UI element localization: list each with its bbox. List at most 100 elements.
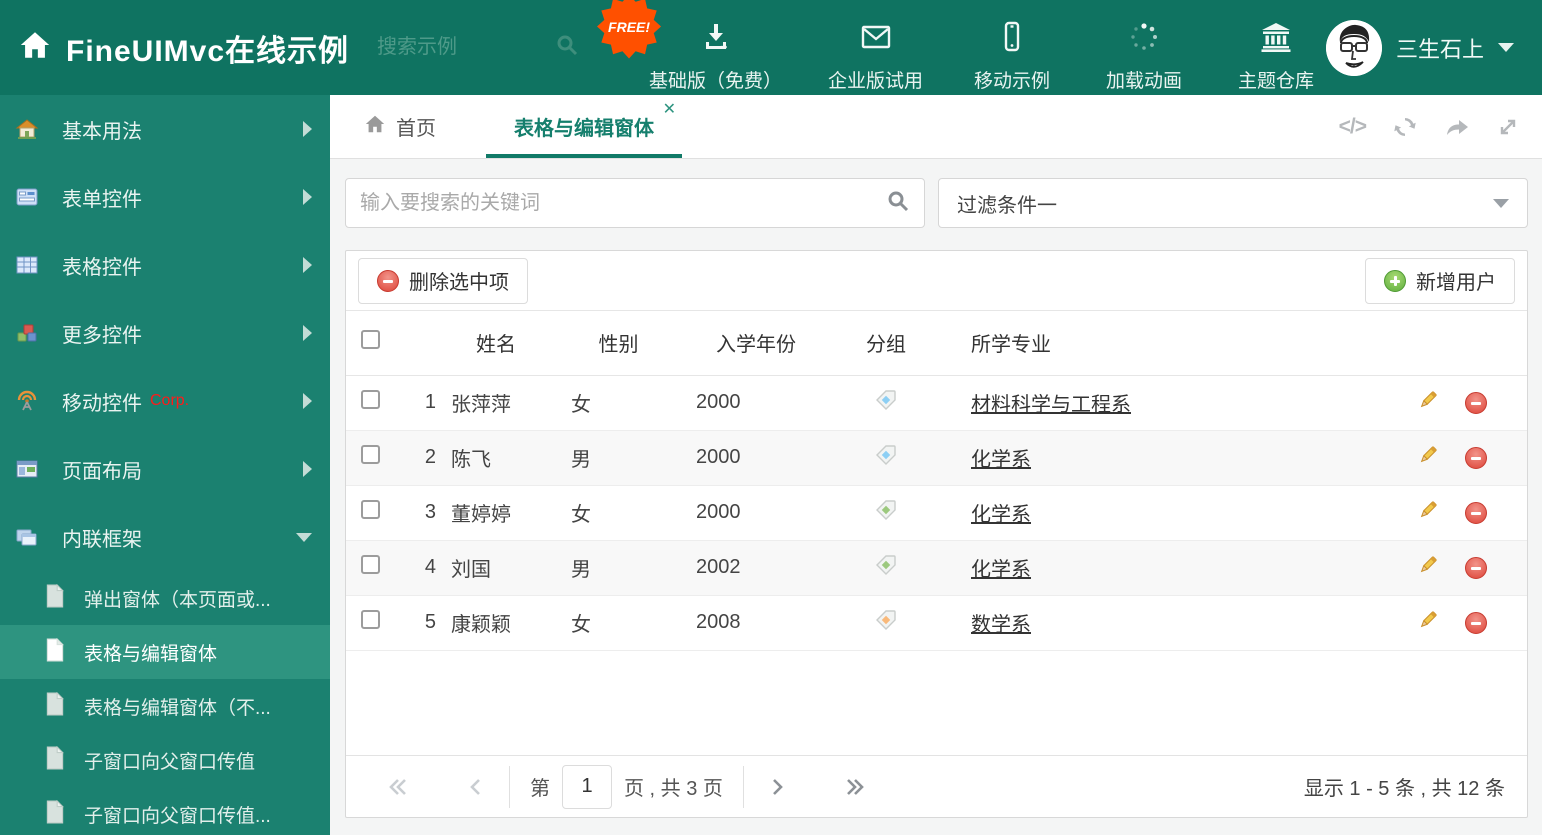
add-user-button[interactable]: 新增用户 xyxy=(1365,257,1515,304)
grid-panel: 删除选中项 新增用户 姓名 性别 入学年份 分组 所学专业 1 张萍萍 女 20… xyxy=(345,250,1528,818)
row-checkbox[interactable] xyxy=(361,555,380,574)
top-header: FineUIMvc在线示例 FREE! 基础版（免费） 企业版试用 xyxy=(0,0,1542,95)
edit-pencil-icon[interactable] xyxy=(1417,499,1439,527)
user-menu[interactable]: 三生石上 xyxy=(1325,19,1514,76)
edit-pencil-icon[interactable] xyxy=(1417,444,1439,472)
major-link[interactable]: 材料科学与工程系 xyxy=(971,394,1131,416)
cell-name: 陈飞 xyxy=(436,430,556,486)
free-badge: FREE! xyxy=(597,0,662,59)
table-row[interactable]: 5 康颖颖 女 2008 数学系 xyxy=(346,595,1527,651)
delete-row-icon[interactable] xyxy=(1465,391,1487,414)
source-code-icon[interactable]: </> xyxy=(1339,115,1367,139)
delete-row-icon[interactable] xyxy=(1465,611,1487,634)
keyword-search-input[interactable] xyxy=(360,191,886,215)
table-row[interactable]: 2 陈飞 男 2000 化学系 xyxy=(346,430,1527,486)
major-link[interactable]: 化学系 xyxy=(971,559,1031,581)
row-checkbox[interactable] xyxy=(361,610,380,629)
delete-row-icon[interactable] xyxy=(1465,556,1487,579)
header-search xyxy=(377,33,579,62)
last-page-button[interactable] xyxy=(843,775,867,799)
sidebar-item-basic-usage[interactable]: 基本用法 xyxy=(0,95,330,163)
sidebar-item-label: 更多控件 xyxy=(62,324,142,347)
page-input[interactable] xyxy=(562,764,612,809)
header-search-input[interactable] xyxy=(377,36,528,59)
row-index: 2 xyxy=(401,430,436,486)
nav-item-loading-animation[interactable]: 加载动画 xyxy=(1101,3,1187,93)
sidebar-item-label: 内联框架 xyxy=(62,528,142,551)
table-icon xyxy=(14,252,40,278)
sidebar-item-form-controls[interactable]: 表单控件 xyxy=(0,163,330,231)
layout-icon xyxy=(14,456,40,482)
table-row[interactable]: 4 刘国 男 2002 化学系 xyxy=(346,540,1527,596)
users-table: 姓名 性别 入学年份 分组 所学专业 1 张萍萍 女 2000 材料科学与工程系… xyxy=(346,311,1527,651)
sidebar-item-mobile-controls[interactable]: 移动控件 Corp. xyxy=(0,367,330,435)
row-index: 4 xyxy=(401,540,436,596)
delete-row-icon[interactable] xyxy=(1465,501,1487,524)
major-link[interactable]: 化学系 xyxy=(971,504,1031,526)
spinner-icon xyxy=(1128,21,1160,58)
sidebar-subitem-label: 表格与编辑窗体（不... xyxy=(84,697,271,719)
delete-row-icon[interactable] xyxy=(1465,446,1487,469)
nav-item-theme-store[interactable]: 主题仓库 xyxy=(1233,3,1319,93)
edit-pencil-icon[interactable] xyxy=(1417,609,1439,637)
row-checkbox[interactable] xyxy=(361,500,380,519)
edit-pencil-icon[interactable] xyxy=(1417,554,1439,582)
cell-gender: 男 xyxy=(556,430,681,486)
sidebar-subitem-grid-edit-window-2[interactable]: 表格与编辑窗体（不... xyxy=(0,679,330,733)
nav-label: 移动示例 xyxy=(974,70,1051,92)
envelope-icon xyxy=(859,21,893,58)
close-icon[interactable]: ✕ xyxy=(663,102,676,118)
cell-gender: 女 xyxy=(556,485,681,541)
nav-item-basic-edition[interactable]: FREE! 基础版（免费） xyxy=(597,0,783,93)
sidebar-subitem-label: 弹出窗体（本页面或... xyxy=(84,589,271,611)
row-checkbox[interactable] xyxy=(361,390,380,409)
edit-pencil-icon[interactable] xyxy=(1417,389,1439,417)
sidebar-subitem-label: 表格与编辑窗体 xyxy=(84,643,218,665)
delete-selected-button[interactable]: 删除选中项 xyxy=(358,257,528,304)
sidebar-subitem-popup-window[interactable]: 弹出窗体（本页面或... xyxy=(0,571,330,625)
plus-circle-icon xyxy=(1384,269,1406,292)
fullscreen-icon[interactable] xyxy=(1496,115,1520,139)
open-in-new-icon[interactable] xyxy=(1444,114,1470,140)
sidebar-subitem-child-to-parent-2[interactable]: 子窗口向父窗口传值... xyxy=(0,787,330,835)
table-row[interactable]: 3 董婷婷 女 2000 化学系 xyxy=(346,485,1527,541)
nav-item-mobile-demo[interactable]: 移动示例 xyxy=(969,3,1055,93)
major-link[interactable]: 数学系 xyxy=(971,614,1031,636)
grid-empty-area xyxy=(346,651,1527,756)
sidebar-item-iframe[interactable]: 内联框架 xyxy=(0,503,330,571)
sidebar-subitem-grid-edit-window[interactable]: 表格与编辑窗体 xyxy=(0,625,330,679)
tab-home[interactable]: 首页 xyxy=(344,95,456,158)
col-index xyxy=(401,311,436,376)
sidebar-subitem-child-to-parent[interactable]: 子窗口向父窗口传值 xyxy=(0,733,330,787)
major-link[interactable]: 化学系 xyxy=(971,449,1031,471)
app-root: FineUIMvc在线示例 FREE! 基础版（免费） 企业版试用 xyxy=(0,0,1542,835)
prev-page-button[interactable] xyxy=(465,775,489,799)
filter-dropdown[interactable]: 过滤条件一 xyxy=(938,178,1528,228)
avatar xyxy=(1325,19,1382,76)
col-year: 入学年份 xyxy=(681,311,831,376)
refresh-icon[interactable] xyxy=(1392,114,1418,140)
row-checkbox[interactable] xyxy=(361,445,380,464)
first-page-button[interactable] xyxy=(386,775,410,799)
sidebar-item-grid-controls[interactable]: 表格控件 xyxy=(0,231,330,299)
home-icon xyxy=(18,28,52,67)
select-all-checkbox[interactable] xyxy=(361,330,380,350)
search-icon[interactable] xyxy=(555,33,579,62)
app-title: FineUIMvc在线示例 xyxy=(66,34,350,68)
row-index: 5 xyxy=(401,595,436,651)
sidebar-item-page-layout[interactable]: 页面布局 xyxy=(0,435,330,503)
add-user-label: 新增用户 xyxy=(1416,272,1496,294)
sidebar-item-more-controls[interactable]: 更多控件 xyxy=(0,299,330,367)
table-row[interactable]: 1 张萍萍 女 2000 材料科学与工程系 xyxy=(346,375,1527,431)
brand[interactable]: FineUIMvc在线示例 xyxy=(18,26,349,70)
nav-label: 加载动画 xyxy=(1106,70,1183,92)
nav-item-enterprise-trial[interactable]: 企业版试用 xyxy=(828,3,923,93)
tab-grid-edit-window[interactable]: 表格与编辑窗体 ✕ xyxy=(486,95,682,158)
col-gender: 性别 xyxy=(556,311,681,376)
page-label-suffix: 页 , 共 3 页 xyxy=(624,778,723,800)
tag-icon xyxy=(875,444,897,472)
next-page-button[interactable] xyxy=(764,775,788,799)
nav-label: 基础版（免费） xyxy=(649,70,783,92)
search-icon[interactable] xyxy=(886,189,910,218)
cell-name: 刘国 xyxy=(436,540,556,596)
